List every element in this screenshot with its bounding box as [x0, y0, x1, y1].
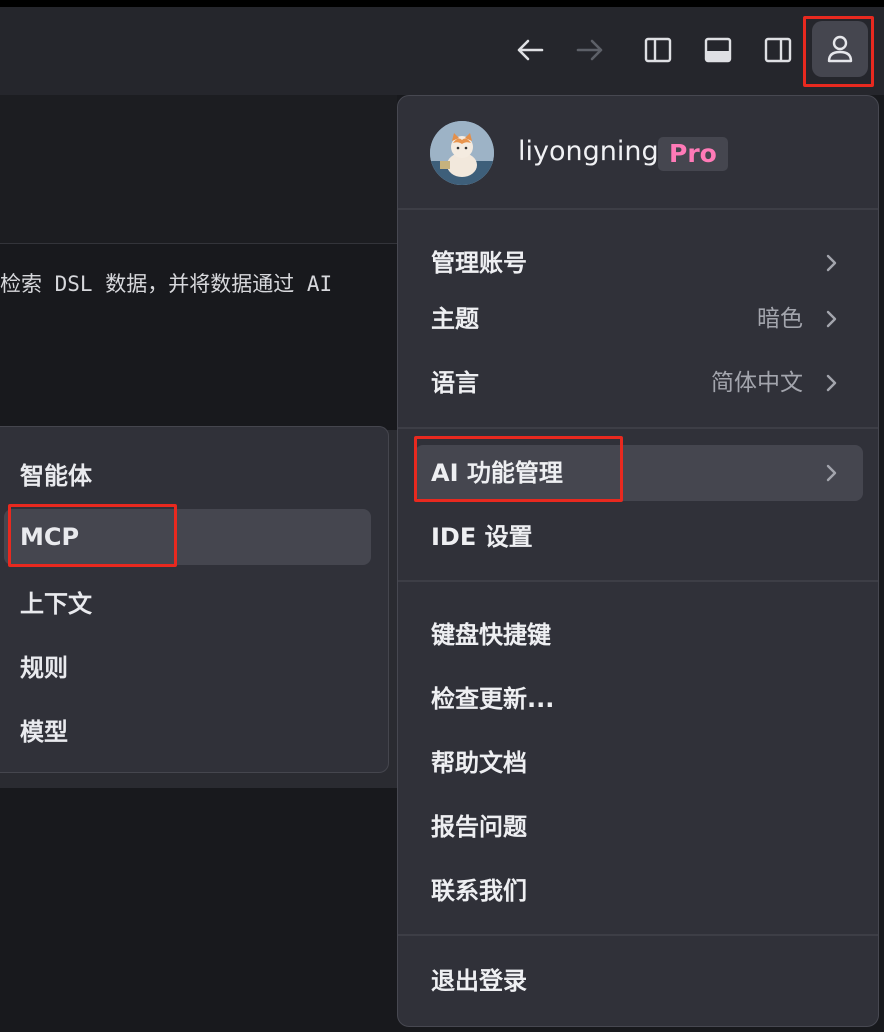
menu-item-keyboard-shortcuts[interactable]: 键盘快捷键 [415, 607, 863, 663]
menu-item-manage-account[interactable]: 管理账号 [415, 235, 863, 291]
forward-button[interactable] [568, 28, 612, 72]
editor-area [0, 95, 397, 243]
username: liyongning [518, 136, 659, 167]
menu-item-ide-settings[interactable]: IDE 设置 [415, 509, 863, 565]
submenu-item-mcp[interactable]: MCP [4, 509, 371, 565]
submenu-item-context[interactable]: 上下文 [4, 573, 371, 629]
toggle-left-panel-icon [644, 37, 672, 63]
menu-item-language[interactable]: 语言 简体中文 [415, 355, 863, 411]
submenu-item-agents[interactable]: 智能体 [4, 445, 371, 501]
chevron-right-icon [826, 374, 837, 392]
theme-value: 暗色 [757, 306, 803, 332]
menu-item-check-updates[interactable]: 检查更新... [415, 671, 863, 727]
chevron-right-icon [826, 464, 837, 482]
submenu-item-label: MCP [20, 523, 80, 551]
pro-badge: Pro [658, 137, 728, 171]
back-button[interactable] [508, 28, 552, 72]
submenu-item-rules[interactable]: 规则 [4, 637, 371, 693]
chevron-right-icon [826, 310, 837, 328]
menu-item-label: 联系我们 [431, 877, 527, 905]
menu-item-theme[interactable]: 主题 暗色 [415, 291, 863, 347]
editor-code-line: 检索 DSL 数据，并将数据通过 AI [0, 272, 333, 296]
ai-features-submenu: 智能体 MCP 上下文 规则 模型 [0, 426, 389, 773]
toggle-right-panel-button[interactable] [756, 28, 800, 72]
menu-item-label: AI 功能管理 [431, 459, 563, 487]
menu-item-label: 报告问题 [431, 813, 527, 841]
language-value: 简体中文 [711, 370, 803, 396]
toggle-bottom-panel-icon [704, 37, 732, 63]
menu-item-contact-us[interactable]: 联系我们 [415, 863, 863, 919]
menu-item-report-issue[interactable]: 报告问题 [415, 799, 863, 855]
submenu-item-label: 上下文 [20, 589, 92, 618]
submenu-item-label: 规则 [20, 653, 68, 682]
menu-item-logout[interactable]: 退出登录 [415, 953, 863, 1009]
toggle-left-panel-button[interactable] [636, 28, 680, 72]
arrow-left-icon [517, 39, 544, 61]
menu-item-ai-features[interactable]: AI 功能管理 [415, 445, 863, 501]
menu-item-label: 管理账号 [431, 249, 527, 277]
avatar [430, 121, 494, 185]
menu-divider [398, 427, 878, 429]
submenu-item-label: 智能体 [20, 461, 92, 490]
user-icon [827, 35, 853, 63]
user-button[interactable] [812, 21, 868, 77]
menu-item-label: 帮助文档 [431, 749, 527, 777]
menu-item-help-docs[interactable]: 帮助文档 [415, 735, 863, 791]
arrow-right-icon [576, 39, 603, 61]
title-bar [0, 7, 884, 95]
top-strip [0, 0, 884, 7]
cat-avatar-icon [430, 121, 494, 185]
menu-item-label: 语言 [431, 369, 479, 397]
chevron-right-icon [826, 254, 837, 272]
profile-header: liyongning Pro [398, 96, 878, 210]
toggle-right-panel-icon [764, 37, 792, 63]
menu-item-label: 检查更新... [431, 685, 555, 713]
editor-divider [0, 243, 397, 244]
menu-item-label: 退出登录 [431, 967, 527, 995]
toggle-bottom-panel-button[interactable] [696, 28, 740, 72]
menu-item-label: 主题 [431, 305, 479, 333]
user-menu: liyongning Pro 管理账号 主题 暗色 语言 简体中文 AI 功能管… [397, 95, 879, 1027]
menu-item-label: IDE 设置 [431, 523, 533, 551]
menu-item-label: 键盘快捷键 [431, 621, 551, 649]
submenu-item-models[interactable]: 模型 [4, 701, 371, 757]
menu-divider [398, 934, 878, 936]
submenu-item-label: 模型 [20, 717, 68, 746]
menu-divider [398, 580, 878, 582]
menu-divider [398, 208, 878, 210]
